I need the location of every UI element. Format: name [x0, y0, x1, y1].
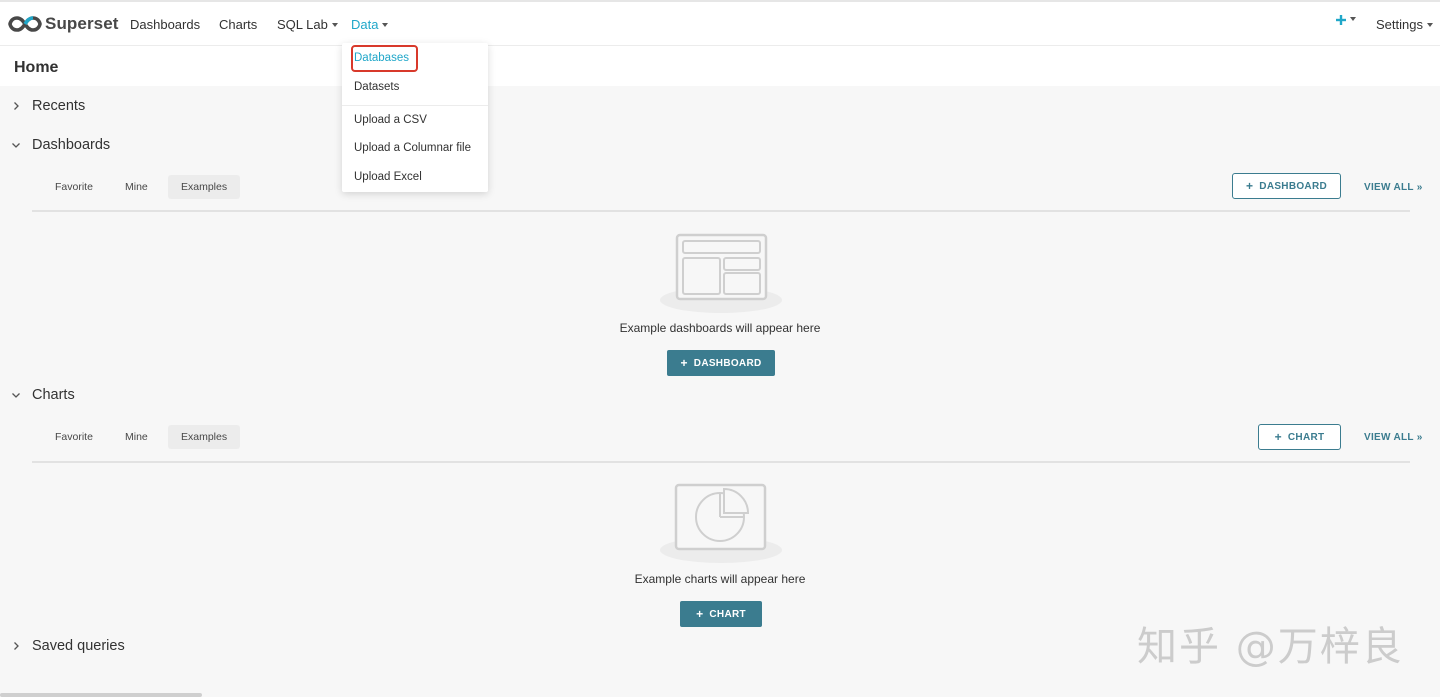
plus-icon: +	[1245, 179, 1254, 193]
menu-item-datasets[interactable]: Datasets	[354, 81, 399, 93]
nav-charts-label: Charts	[219, 17, 258, 32]
nav-settings-label: Settings	[1376, 17, 1423, 32]
add-chart-label: CHART	[1287, 431, 1325, 443]
superset-logo[interactable]: Superset	[8, 11, 119, 37]
section-dashboards-title: Dashboards	[32, 137, 111, 153]
section-charts-header[interactable]: Charts	[0, 385, 75, 405]
chevron-right-icon	[0, 96, 32, 116]
plus-icon: +	[1274, 430, 1282, 444]
nav-charts[interactable]: Charts	[219, 17, 257, 32]
empty-add-dashboard-label: DASHBOARD	[693, 357, 762, 369]
empty-dashboard-icon	[660, 233, 782, 313]
menu-item-upload-columnar[interactable]: Upload a Columnar file	[354, 142, 471, 154]
charts-tab-mine[interactable]: Mine	[112, 425, 161, 449]
caret-down-icon	[382, 22, 389, 27]
empty-add-chart-label: CHART	[709, 608, 746, 620]
dashboards-tab-examples[interactable]: Examples	[168, 175, 241, 199]
top-navbar: Superset Dashboards Charts SQL Lab Data …	[0, 0, 1440, 46]
add-dashboard-label: DASHBOARD	[1259, 180, 1327, 192]
section-recents-title: Recents	[32, 98, 86, 114]
nav-sql-lab-label: SQL Lab	[277, 17, 328, 32]
empty-chart-icon	[660, 483, 782, 563]
section-charts-title: Charts	[32, 387, 75, 403]
charts-tab-favorite[interactable]: Favorite	[42, 425, 106, 449]
watermark-text: 知乎 @万梓良	[1137, 624, 1404, 670]
section-recents-header[interactable]: Recents	[0, 96, 85, 116]
add-dashboard-button[interactable]: + DASHBOARD	[1232, 173, 1341, 199]
dashboards-empty-message: Example dashboards will appear here	[619, 321, 821, 335]
add-chart-button[interactable]: + CHART	[1258, 424, 1341, 450]
home-header: Home	[0, 46, 1440, 86]
new-item-menu[interactable]	[1336, 15, 1356, 25]
page-title: Home	[14, 59, 59, 76]
nav-sql-lab[interactable]: SQL Lab	[277, 17, 338, 32]
nav-settings[interactable]: Settings	[1376, 17, 1433, 32]
horizontal-scrollbar[interactable]	[0, 693, 202, 697]
empty-add-dashboard-button[interactable]: + DASHBOARD	[667, 350, 775, 376]
nav-data[interactable]: Data	[351, 17, 389, 32]
nav-dashboards[interactable]: Dashboards	[130, 17, 200, 32]
chevron-right-icon	[0, 636, 32, 656]
brand-name: Superset	[45, 14, 119, 33]
dashboards-view-all-link[interactable]: VIEW ALL »	[1364, 182, 1423, 193]
menu-divider	[342, 105, 488, 106]
caret-down-icon	[331, 22, 338, 27]
nav-data-label: Data	[351, 17, 379, 32]
section-saved-queries-title: Saved queries	[32, 638, 125, 654]
menu-item-upload-excel[interactable]: Upload Excel	[354, 171, 422, 183]
nav-dashboards-label: Dashboards	[130, 17, 201, 32]
superset-logo-icon	[8, 16, 42, 32]
caret-down-icon	[1426, 22, 1433, 27]
highlight-annotation-box	[351, 45, 418, 72]
charts-empty-message: Example charts will appear here	[634, 572, 806, 586]
empty-add-chart-button[interactable]: + CHART	[680, 601, 762, 627]
chevron-down-icon	[0, 135, 32, 155]
charts-divider	[32, 461, 1410, 463]
caret-down-icon	[1350, 17, 1356, 21]
menu-item-upload-csv[interactable]: Upload a CSV	[354, 114, 427, 126]
dashboards-divider	[32, 210, 1410, 212]
section-saved-queries-header[interactable]: Saved queries	[0, 636, 125, 656]
dashboards-tab-favorite[interactable]: Favorite	[42, 175, 106, 199]
plus-icon: +	[696, 607, 704, 621]
plus-icon: +	[680, 356, 688, 370]
plus-icon	[1336, 15, 1346, 25]
charts-view-all-link[interactable]: VIEW ALL »	[1364, 432, 1423, 443]
section-dashboards-header[interactable]: Dashboards	[0, 135, 110, 155]
chevron-down-icon	[0, 385, 32, 405]
dashboards-tab-mine[interactable]: Mine	[112, 175, 161, 199]
charts-tab-examples[interactable]: Examples	[168, 425, 241, 449]
